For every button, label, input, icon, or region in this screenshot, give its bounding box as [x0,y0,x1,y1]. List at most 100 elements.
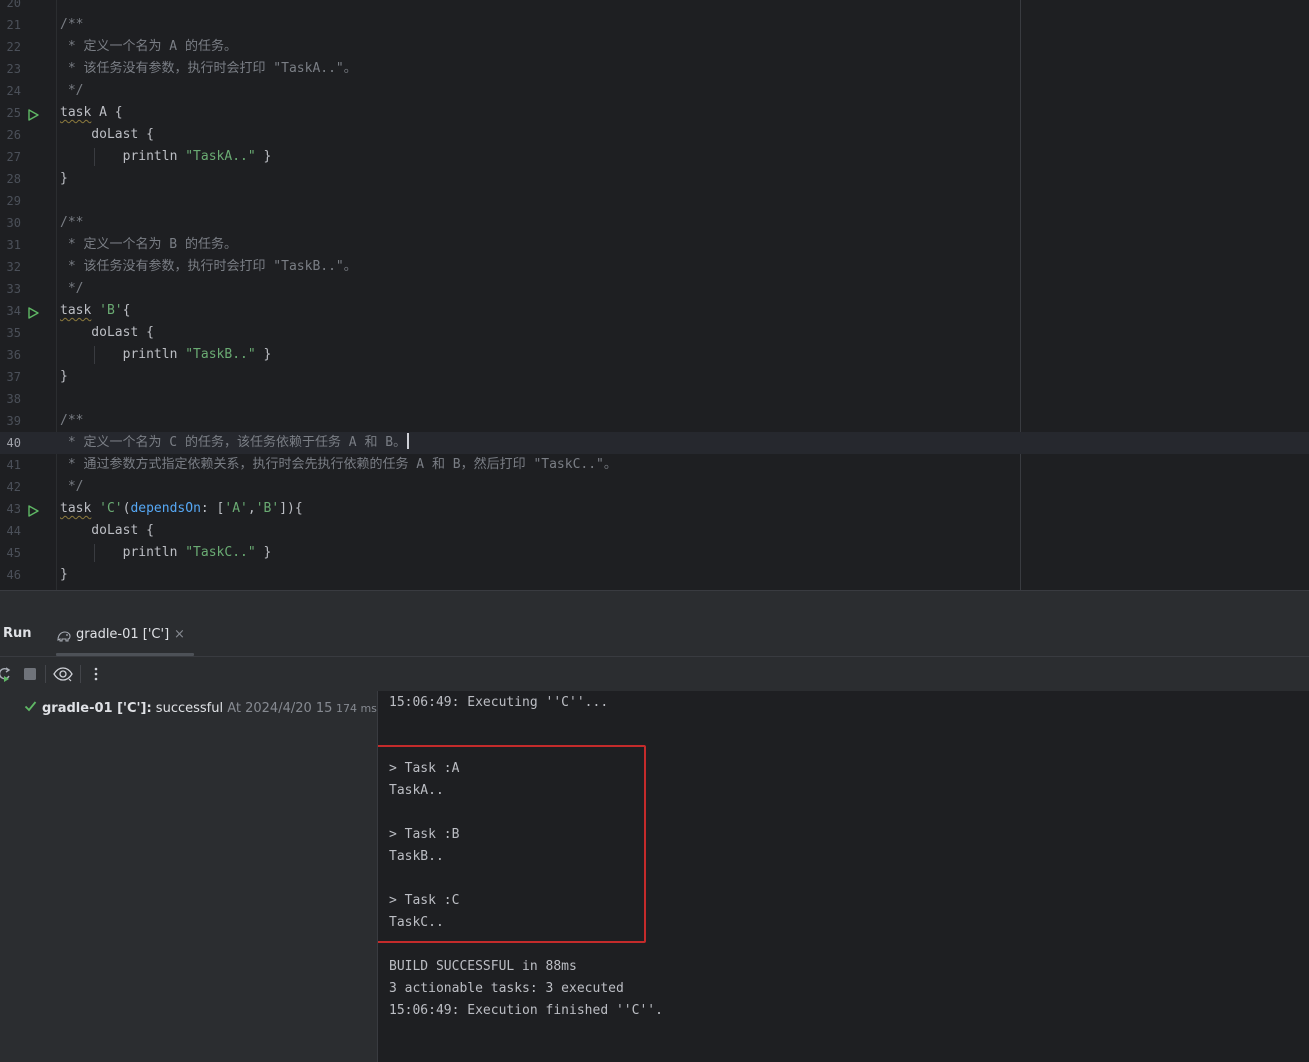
code-line[interactable]: 20 [0,0,1309,14]
code-text: } [60,564,68,586]
code-line[interactable]: 32 * 该任务没有参数，执行时会打印 "TaskB.."。 [0,256,1309,278]
code-text: * 定义一个名为 C 的任务，该任务依赖于任务 A 和 B。 [60,432,410,454]
stop-icon[interactable] [21,665,39,683]
line-number: 22 [6,40,21,54]
code-text: * 该任务没有参数，执行时会打印 "TaskB.."。 [60,256,357,278]
code-token: 'A' [224,501,248,516]
run-toolbar [0,657,1309,692]
run-gutter-icon[interactable] [27,305,39,319]
line-number: 44 [6,524,21,538]
code-token: println [60,149,186,164]
line-number: 45 [6,546,21,560]
indent-guide [94,544,95,562]
tab-label: gradle-01 ['C'] [76,627,170,642]
code-line[interactable]: 35 doLast { [0,322,1309,344]
line-number: 38 [6,392,21,406]
line-number: 34 [6,304,21,318]
toolbar-separator [45,665,46,683]
code-line[interactable]: 39 /** [0,410,1309,432]
code-editor[interactable]: 20 21/** 22 * 定义一个名为 A 的任务。 23 * 该任务没有参数，执行… [0,0,1309,590]
code-line[interactable]: 27 println "TaskA.." } [0,146,1309,168]
code-line[interactable]: 28} [0,168,1309,190]
console-output[interactable]: 15:06:49: Executing ''C''... > Task :A Tas… [378,691,1309,1062]
line-number: 23 [6,62,21,76]
code-text: * 通过参数方式指定依赖关系，执行时会先执行依赖的任务 A 和 B，然后打印 "… [60,454,617,476]
code-token: * 定义一个名为 B 的任务。 [60,237,237,252]
console-line: 15:06:49: Execution finished ''C''. [389,1003,663,1018]
eye-icon[interactable] [53,665,73,683]
code-token: /** [60,215,84,230]
code-line[interactable]: 30 /** [0,212,1309,234]
indent-guide [94,148,95,166]
run-gutter-icon[interactable] [27,503,39,517]
code-text: println "TaskB.." } [60,344,272,366]
line-number: 36 [6,348,21,362]
line-number: 39 [6,414,21,428]
code-text: println "TaskA.." } [60,146,272,168]
code-line[interactable]: 29 [0,190,1309,212]
code-line[interactable]: 42 */ [0,476,1309,498]
tab-close-icon[interactable]: × [174,627,185,642]
code-text: doLast { [60,520,154,542]
console-line: 3 actionable tasks: 3 executed [389,981,624,996]
code-line[interactable]: 22 * 定义一个名为 A 的任务。 [0,36,1309,58]
run-tree: gradle-01 ['C']: successful At 2024/4/20… [0,691,378,1062]
code-token: * 该任务没有参数，执行时会打印 "TaskA.."。 [60,61,357,76]
code-token: task [60,303,92,318]
code-token: */ [60,479,84,494]
rerun-icon[interactable] [0,665,14,683]
code-line[interactable]: 24 */ [0,80,1309,102]
code-token: */ [60,281,84,296]
code-token: } [60,171,68,186]
run-panel-title: Run [3,626,32,641]
code-token: } [255,149,272,164]
code-line[interactable]: 33 */ [0,278,1309,300]
more-options-icon[interactable] [87,665,105,683]
code-token: "TaskA.." [185,149,256,164]
code-token: /** [60,413,84,428]
line-number: 25 [6,106,21,120]
code-line[interactable]: 40 * 定义一个名为 C 的任务，该任务依赖于任务 A 和 B。 [0,432,1309,454]
tab-gradle-run[interactable]: gradle-01 ['C'] × [56,616,194,656]
code-token: 'B' [99,303,123,318]
code-token: : [ [200,501,225,516]
line-number: 35 [6,326,21,340]
code-token: * 该任务没有参数，执行时会打印 "TaskB.."。 [60,259,357,274]
line-number: 28 [6,172,21,186]
gradle-elephant-icon [56,628,72,647]
console-line: BUILD SUCCESSFUL in 88ms [389,959,577,974]
run-gutter-icon[interactable] [27,107,39,121]
code-token: { [122,303,131,318]
code-line[interactable]: 34 task 'B'{ [0,300,1309,322]
code-text: } [60,366,68,388]
code-line[interactable]: 25 task A { [0,102,1309,124]
code-line[interactable]: 46} [0,564,1309,586]
code-token: doLast { [60,325,154,340]
code-line[interactable]: 37} [0,366,1309,388]
line-number: 37 [6,370,21,384]
code-line[interactable]: 41 * 通过参数方式指定依赖关系，执行时会先执行依赖的任务 A 和 B，然后打… [0,454,1309,476]
code-line[interactable]: 21 /** [0,14,1309,36]
line-number: 32 [6,260,21,274]
code-line[interactable]: 36 println "TaskB.." } [0,344,1309,366]
code-line[interactable]: 23 * 该任务没有参数，执行时会打印 "TaskA.."。 [0,58,1309,80]
run-tree-item[interactable]: gradle-01 ['C']: successful At 2024/4/20… [24,699,377,719]
code-line[interactable]: 31 * 定义一个名为 B 的任务。 [0,234,1309,256]
code-text: */ [60,80,84,102]
code-text: task 'B'{ [60,300,130,322]
line-number: 41 [6,458,21,472]
code-line[interactable]: 38 [0,388,1309,410]
code-token: } [60,369,68,384]
code-token: task [60,501,92,516]
code-text: doLast { [60,322,154,344]
run-tool-window: Run gradle-01 ['C'] × gradle-01 ['C']: s… [0,590,1309,1062]
console-line: 15:06:49: Executing ''C''... [389,695,609,710]
code-line[interactable]: 44 doLast { [0,520,1309,542]
code-text: task 'C'(dependsOn: ['A','B']){ [60,498,303,520]
code-token: println [60,545,186,560]
code-line[interactable]: 45 println "TaskC.." } [0,542,1309,564]
code-line[interactable]: 43 task 'C'(dependsOn: ['A','B']){ [0,498,1309,520]
code-line[interactable]: 26 doLast { [0,124,1309,146]
line-number: 40 [6,436,21,450]
code-token: doLast { [60,523,154,538]
